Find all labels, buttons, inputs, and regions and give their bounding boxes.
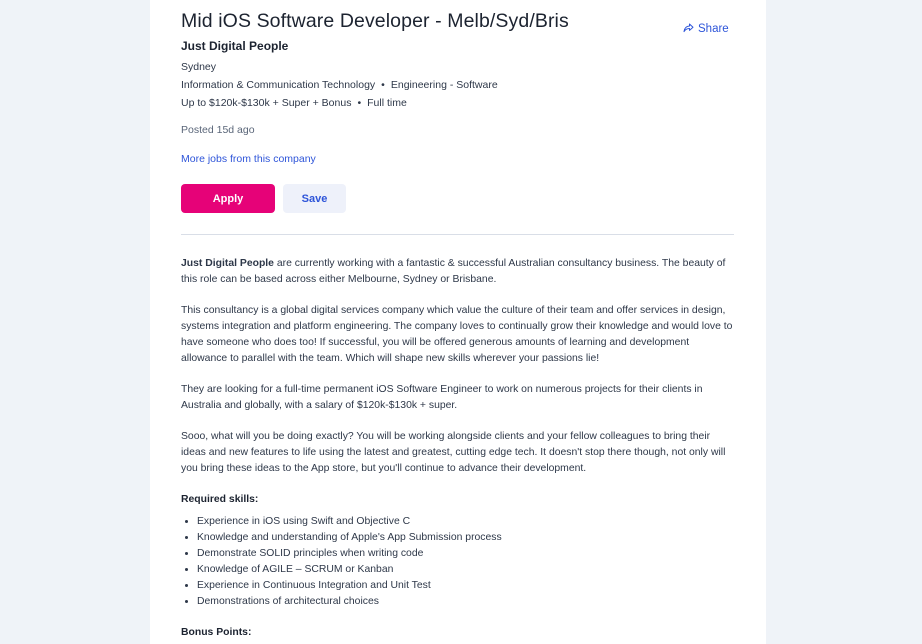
job-detail-card: Mid iOS Software Developer - Melb/Syd/Br…	[150, 0, 766, 644]
description-company-name: Just Digital People	[181, 258, 274, 269]
job-work-type: Full time	[367, 97, 407, 109]
description-paragraph: Sooo, what will you be doing exactly? Yo…	[181, 431, 726, 474]
posted-date: Posted 15d ago	[181, 124, 255, 136]
save-button[interactable]: Save	[283, 184, 346, 213]
job-salary: Up to $120k-$130k + Super + Bonus	[181, 97, 352, 109]
separator-dot: •	[357, 97, 362, 109]
job-title: Mid iOS Software Developer - Melb/Syd/Br…	[181, 10, 569, 32]
required-skill-item: Knowledge and understanding of Apple's A…	[197, 530, 734, 546]
separator-dot: •	[381, 79, 385, 91]
required-skill-item: Knowledge of AGILE – SCRUM or Kanban	[197, 562, 734, 578]
job-classification: Information & Communication Technology	[181, 79, 376, 91]
bonus-points-heading: Bonus Points:	[181, 627, 252, 638]
apply-button[interactable]: Apply	[181, 184, 275, 213]
company-name: Just Digital People	[181, 39, 289, 53]
required-skill-item: Experience in Continuous Integration and…	[197, 578, 734, 594]
job-subclassification: Engineering - Software	[390, 79, 498, 91]
required-skill-item: Experience in iOS using Swift and Object…	[197, 514, 734, 530]
description-paragraph: They are looking for a full-time permane…	[181, 384, 703, 411]
required-skills-heading: Required skills:	[181, 494, 259, 505]
description-paragraph: This consultancy is a global digital ser…	[181, 305, 733, 364]
description-paragraph: Just Digital People are currently workin…	[181, 256, 734, 288]
job-salary-row: Up to $120k-$130k + Super + Bonus • Full t…	[181, 97, 407, 109]
job-location: Sydney	[181, 61, 217, 73]
required-skill-item: Demonstrate SOLID principles when writin…	[197, 546, 734, 562]
required-skill-item: Demonstrations of architectural choices	[197, 594, 734, 610]
share-icon	[683, 23, 694, 33]
divider	[181, 234, 734, 235]
required-skills-list: Experience in iOS using Swift and Object…	[181, 514, 734, 610]
share-label: Share	[698, 23, 729, 35]
share-button[interactable]: Share	[683, 23, 729, 35]
job-description: Just Digital People are currently workin…	[181, 256, 734, 644]
more-jobs-link[interactable]: More jobs from this company	[181, 153, 316, 165]
job-classification-row: Information & Communication Technology • E…	[181, 79, 498, 91]
